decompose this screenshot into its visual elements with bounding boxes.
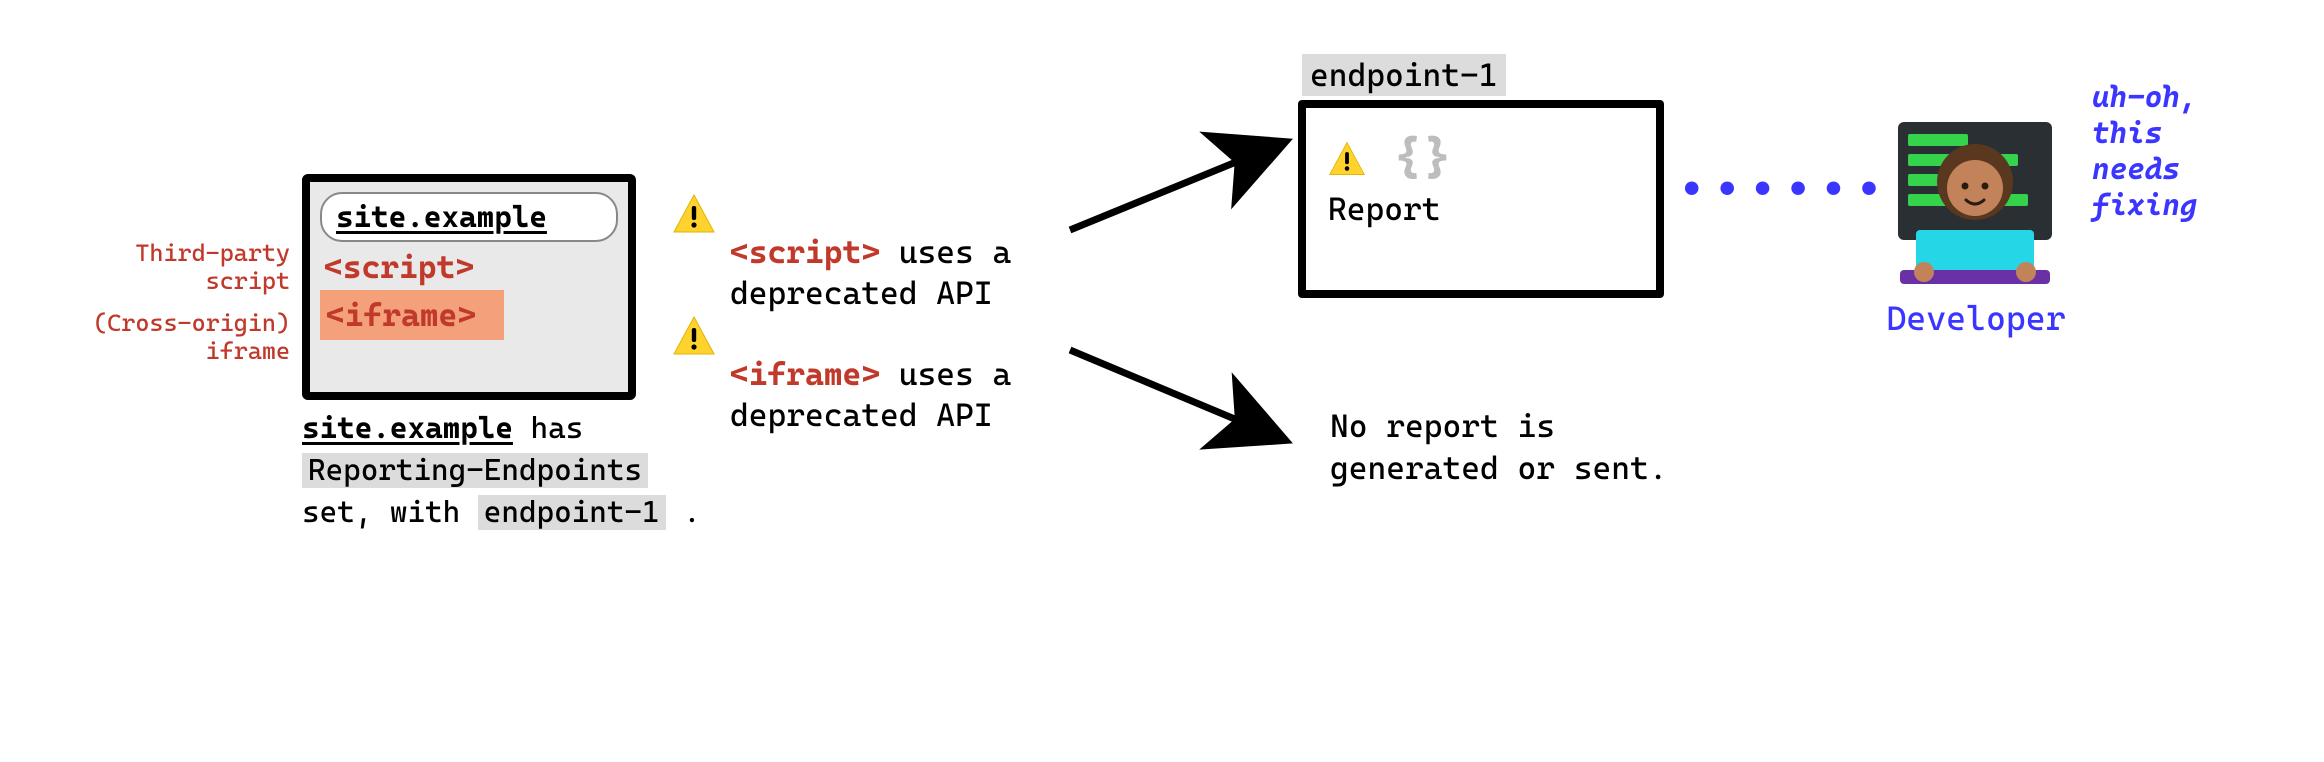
endpoint-box: {} Report [1298, 100, 1664, 298]
developer-label: Developer [1876, 298, 2076, 338]
warning-icon-iframe [672, 314, 726, 358]
script-tag-code: <script> [730, 233, 880, 271]
cross-origin-iframe-annotation: (Cross-origin) iframe [90, 310, 290, 365]
caption-line3-post: . [666, 495, 701, 530]
site-url: site.example [336, 200, 547, 235]
arrow-to-endpoint [1060, 120, 1310, 250]
developer-illustration [1880, 100, 2070, 290]
iframe-deprecation-warning: <iframe> uses a deprecated API [730, 312, 1011, 437]
report-label: Report [1328, 190, 1638, 228]
script-tag-row: <script> [320, 246, 618, 288]
developer-icon [1880, 100, 2070, 290]
warning-triangle-icon [1328, 140, 1366, 178]
caption-line3-pre: set, with [302, 495, 478, 530]
iframe-tag-row: <iframe> [320, 290, 504, 340]
caption-line1-rest: has [513, 411, 583, 446]
warning-triangle-icon [672, 192, 716, 236]
endpoint-label: endpoint-1 [1302, 54, 1506, 96]
caption-endpoint-name: endpoint-1 [478, 495, 666, 530]
dotted-connector: •••••• [1680, 166, 1893, 212]
script-deprecation-warning: <script> uses a deprecated API [730, 190, 1011, 315]
caption-reporting-endpoints: Reporting-Endpoints [302, 453, 648, 488]
third-party-script-annotation: Third-party script [90, 240, 290, 295]
site-caption: site.example has Reporting-Endpoints set… [302, 408, 732, 534]
url-bar: site.example [320, 192, 618, 242]
arrow-to-no-report [1060, 330, 1310, 460]
site-box: site.example <script> <iframe> [302, 174, 636, 400]
no-report-text: No report is generated or sent. [1330, 406, 1668, 489]
endpoint-box-top-row: {} [1328, 126, 1638, 182]
caption-url: site.example [302, 411, 513, 446]
warning-triangle-icon [672, 314, 716, 358]
warning-icon-script [672, 192, 726, 236]
developer-thought: uh-oh, this needs fixing [2092, 80, 2197, 224]
iframe-tag-code: <iframe> [730, 355, 880, 393]
braces-icon: {} [1393, 130, 1453, 186]
